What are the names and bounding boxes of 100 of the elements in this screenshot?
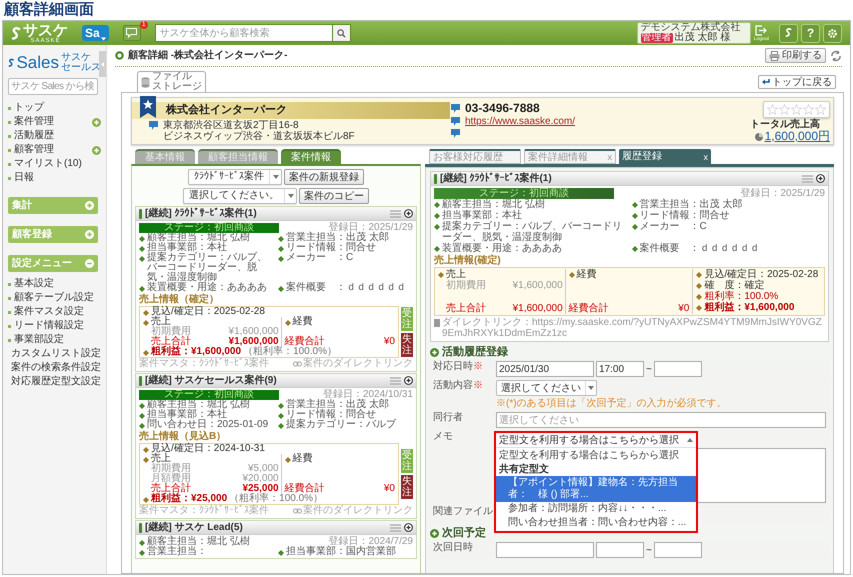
- field-text: 装置概要・用途：ああああ: [147, 283, 267, 293]
- field-label: 同行者: [432, 412, 464, 425]
- bullet-icon: [8, 310, 11, 314]
- field-text: 装置概要・用途：ああああ: [442, 243, 562, 254]
- nav-link[interactable]: 活動履歴: [14, 130, 54, 142]
- nav-link[interactable]: 対応履歴定型文設定: [11, 376, 101, 388]
- document-icon: [434, 319, 440, 327]
- field-text: 顧客主担当：堀北 弘樹: [147, 233, 250, 243]
- time-field[interactable]: 17:00: [596, 361, 644, 377]
- total-label: 経費合計: [284, 484, 325, 494]
- profit-rate: （粗利率：100.0%）: [229, 494, 324, 504]
- bullet-icon: [632, 224, 638, 230]
- field-text: 見込/確定日：2024-10-31: [151, 444, 265, 454]
- new-deal-button[interactable]: 案件の新規登録: [284, 169, 364, 185]
- tab[interactable]: 案件情報: [281, 149, 341, 164]
- search-button[interactable]: [332, 24, 351, 42]
- field-text: 経費: [292, 454, 313, 464]
- address-text: 東京都渋谷区道玄坂2丁目16-8: [163, 120, 299, 131]
- total-sales-label: トータル売上高: [750, 119, 820, 130]
- lost-button[interactable]: 失注: [401, 333, 413, 357]
- total-label: 経費合計: [284, 337, 325, 347]
- date-field[interactable]: [496, 542, 594, 558]
- registration-date: 登録日：2025/1/29: [328, 223, 413, 233]
- menu-icon: [390, 210, 401, 218]
- notification-button[interactable]: [122, 25, 141, 41]
- saaske-button[interactable]: [779, 24, 798, 42]
- date-field[interactable]: 2025/01/30: [496, 361, 594, 377]
- user-name: 出茂 太郎 様: [674, 33, 730, 43]
- caret-icon: [288, 194, 294, 198]
- time-field[interactable]: [654, 542, 702, 558]
- companion-field[interactable]: 選択してください: [496, 412, 826, 428]
- search-field[interactable]: サスケ全体から顧客検索: [154, 24, 333, 42]
- nav-link[interactable]: 顧客テーブル設定: [14, 292, 94, 304]
- speech-bubble-icon: [450, 103, 461, 114]
- dropdown-option[interactable]: 定型文を利用する場合はこちらから選択: [496, 449, 696, 463]
- field-text: リード情報：問合せ: [286, 243, 376, 253]
- settings-button[interactable]: [823, 24, 842, 42]
- nav-link[interactable]: 案件の検索条件設定: [11, 362, 101, 374]
- copy-deal-button[interactable]: 案件のコピー: [299, 188, 369, 204]
- copy-source-dropdown[interactable]: 選択してください。: [183, 188, 297, 204]
- sidebar-search-field[interactable]: サスケ Sales から検: [8, 78, 98, 95]
- nav-link[interactable]: 顧客管理: [14, 144, 54, 156]
- total-amount: ¥0: [678, 303, 690, 314]
- nav-link[interactable]: リード情報設定: [14, 320, 84, 332]
- required-note: ※(*)のある項目は「次回予定」の入力が必須です。: [496, 398, 727, 409]
- dropdown-option[interactable]: 【アポイント情報】建物名：先方担当者： 様 () 部署...: [496, 476, 696, 502]
- nav-link[interactable]: マイリスト(10): [14, 158, 82, 170]
- print-button[interactable]: 印刷する: [765, 48, 826, 63]
- dropdown-option[interactable]: 参加者：訪問場所：内容↓↓・・・...: [496, 502, 696, 516]
- sidebar-logo-text: Sales: [16, 54, 59, 72]
- total-sales-link[interactable]: 1,600,000円: [764, 130, 830, 143]
- deal-type-dropdown[interactable]: ｸﾗｳﾄﾞｻｰﾋﾞｽ案件: [188, 169, 282, 185]
- time-field[interactable]: [596, 542, 644, 558]
- speech-bubble-icon: [450, 128, 461, 139]
- dropdown-option[interactable]: 問い合わせ担当者：問い合わせ内容：...: [496, 516, 696, 530]
- total-label: 売上合計: [151, 337, 191, 347]
- profit-rate: （粗利率：100.0%）: [243, 347, 337, 357]
- bullet-icon: [8, 162, 11, 166]
- field-text: 売上: [151, 317, 171, 327]
- menu-icon: [390, 524, 401, 532]
- website-link[interactable]: https://www.saaske.com/: [465, 116, 576, 127]
- field-text: 営業主担当：出茂 太郎: [286, 400, 389, 410]
- collapse-handle[interactable]: [99, 51, 106, 77]
- tab[interactable]: 履歴登録 x: [619, 149, 711, 164]
- template-dropdown[interactable]: 定型文を利用する場合はこちらから選択: [496, 433, 696, 448]
- bullet-icon: [278, 423, 284, 429]
- nav-link[interactable]: 案件マスタ設定: [14, 306, 84, 318]
- nav-link[interactable]: トップ: [14, 102, 44, 114]
- deal-title: [継続] サスケセールス案件(9): [145, 376, 277, 386]
- sidebar-logo-subtext: セールス: [61, 63, 101, 73]
- customer-name: 株式会社インターパーク: [166, 102, 287, 118]
- bullet-icon: [438, 272, 444, 278]
- nav-link[interactable]: 事業部設定: [14, 334, 64, 346]
- back-to-top-button[interactable]: トップに戻る: [758, 75, 836, 89]
- field-text: 担当事業部：本社: [442, 210, 522, 221]
- nav-link[interactable]: 日報: [14, 172, 34, 184]
- field-text: 見込/確定日：2025-02-28: [704, 269, 818, 280]
- lost-button[interactable]: 失注: [401, 475, 413, 499]
- app-switcher-button[interactable]: Sa: [82, 25, 109, 41]
- storage-tab[interactable]: ファイル ストレージ: [137, 71, 206, 92]
- bullet-icon: [696, 294, 702, 300]
- squiggle-logo-icon: [11, 26, 21, 40]
- line-amount: ¥5,000: [248, 464, 279, 474]
- field-text: 問い合わせ日：2025-01-09: [147, 420, 268, 430]
- time-field[interactable]: [654, 361, 702, 377]
- field-label: 活動内容※: [432, 380, 484, 393]
- field-label: メモ: [432, 431, 454, 444]
- line-label: 初期費用: [151, 327, 191, 337]
- database-icon: [141, 76, 150, 88]
- bullet-icon: [139, 403, 145, 409]
- nav-link[interactable]: 案件管理: [14, 116, 54, 128]
- nav-link[interactable]: 基本設定: [14, 278, 54, 290]
- nav-link[interactable]: カスタムリスト設定: [11, 348, 101, 360]
- bullet-icon: [632, 213, 638, 219]
- menu-icon: [802, 174, 813, 182]
- sidebar-logo-subtext: サスケ: [61, 53, 92, 63]
- total-amount: ¥0: [384, 337, 395, 347]
- activity-dropdown[interactable]: 選択してください: [496, 380, 597, 396]
- close-button[interactable]: x: [704, 152, 708, 162]
- search-icon: [336, 28, 346, 38]
